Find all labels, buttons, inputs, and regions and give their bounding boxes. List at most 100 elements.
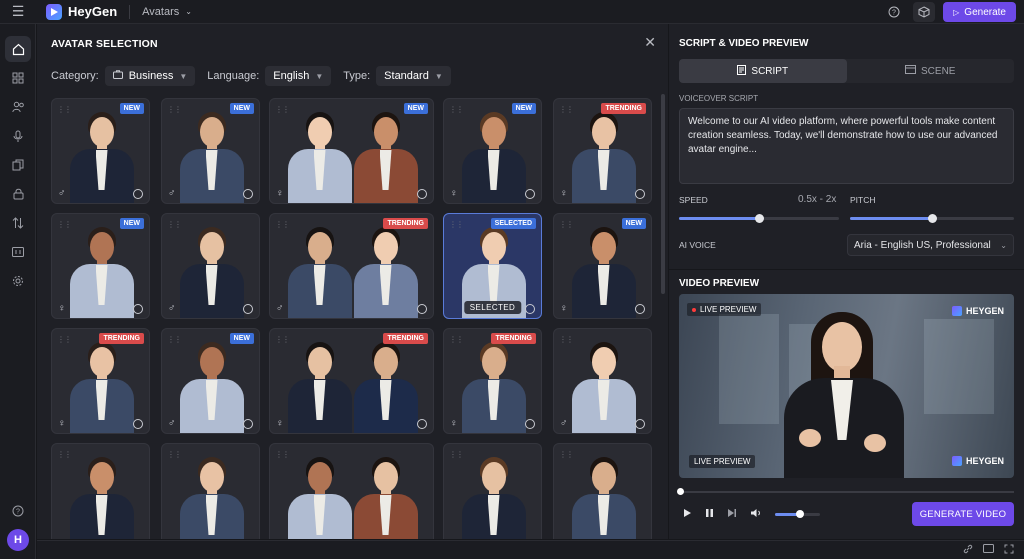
tab-scene-label: SCENE (921, 65, 956, 77)
avatar-card[interactable]: ⋮⋮ TRENDING ♂ (269, 213, 434, 319)
pitch-slider-handle[interactable] (928, 214, 937, 223)
pause-icon[interactable] (705, 508, 714, 521)
tab-script[interactable]: SCRIPT (679, 59, 847, 83)
voiceover-script-input[interactable]: Welcome to our AI video platform, where … (679, 108, 1014, 184)
type-dropdown[interactable]: Standard ▼ (376, 66, 451, 86)
female-icon: ♀ (450, 188, 458, 199)
globe-icon (243, 419, 253, 429)
section-dropdown[interactable]: Avatars ⌄ (142, 6, 192, 18)
avatar-card[interactable]: ⋮⋮ ♂ (553, 328, 652, 434)
volume-slider[interactable] (775, 510, 820, 518)
type-value: Standard (384, 70, 429, 82)
heygen-logo-icon (951, 456, 962, 466)
avatar-card[interactable]: ⋮⋮ (269, 443, 434, 539)
language-label: Language: (207, 70, 260, 82)
play-icon[interactable] (683, 508, 692, 521)
speed-slider[interactable] (679, 214, 839, 223)
tab-scene[interactable]: SCENE (847, 59, 1015, 83)
language-dropdown[interactable]: English ▼ (265, 66, 332, 86)
svg-text:?: ? (16, 509, 20, 516)
captions-icon[interactable] (5, 239, 31, 265)
avatar-card[interactable]: ⋮⋮ NEW ♂ (161, 328, 260, 434)
avatar-card[interactable]: ⋮⋮ TRENDING ♀ (443, 328, 542, 434)
avatar-card[interactable]: ⋮⋮ NEW ♀ (553, 213, 652, 319)
avatar-selection-panel: AVATAR SELECTION ✕ Category: Business ▼ … (37, 24, 668, 539)
female-icon: ♀ (560, 188, 568, 199)
progress-handle[interactable] (677, 488, 684, 495)
status-badge: NEW (511, 103, 536, 114)
avatar-card[interactable]: ⋮⋮ NEW ♀ (51, 213, 150, 319)
chevron-down-icon: ▼ (179, 71, 188, 81)
category-label: Category: (51, 70, 99, 82)
briefcase-icon (112, 70, 123, 82)
heygen-logo-icon (951, 306, 962, 316)
menu-icon[interactable]: ☰ (0, 0, 36, 24)
avatar-card[interactable]: ⋮⋮ NEW ♀ (443, 98, 542, 204)
scrollbar[interactable] (661, 94, 665, 294)
category-value: Business (128, 70, 174, 82)
video-player[interactable]: LIVE PREVIEW HEYGEN LIVE PREVIEW HEYGEN (679, 294, 1014, 478)
pitch-label: PITCH (850, 195, 876, 205)
play-icon: ▷ (953, 7, 960, 17)
help-icon[interactable]: ? (883, 2, 905, 22)
avatar-figure (62, 218, 142, 318)
avatar-figure (454, 103, 534, 203)
heygen-watermark-top: HEYGEN (951, 306, 1004, 316)
avatar-card[interactable]: ⋮⋮ (161, 443, 260, 539)
app-logo[interactable]: HeyGen (46, 3, 117, 20)
volume-slider-handle[interactable] (796, 510, 805, 518)
status-badge: NEW (229, 333, 254, 344)
category-dropdown[interactable]: Business ▼ (104, 66, 196, 86)
help-circle-icon[interactable]: ? (5, 498, 31, 524)
captions-icon[interactable] (983, 544, 994, 557)
female-icon: ♀ (560, 303, 568, 314)
avatar-card[interactable]: ⋮⋮ NEW ♂ (161, 98, 260, 204)
avatar-card[interactable]: ⋮⋮ TRENDING ♀ (269, 328, 434, 434)
grid-icon[interactable] (5, 65, 31, 91)
sort-icon[interactable] (5, 210, 31, 236)
skip-forward-icon[interactable] (727, 508, 737, 521)
ai-voice-dropdown[interactable]: Aria - English US, Professional ⌄ (847, 234, 1014, 256)
live-preview-label: LIVE PREVIEW (700, 305, 757, 314)
avatar-card[interactable]: ⋮⋮ NEW ♀ (269, 98, 434, 204)
avatar-figure (172, 333, 252, 433)
avatar-card[interactable]: ⋮⋮ SELECTED SELECTED (443, 213, 542, 319)
avatar-card[interactable]: ⋮⋮ TRENDING ♀ (553, 98, 652, 204)
generate-button[interactable]: ▷ Generate (943, 2, 1016, 22)
settings-gear-icon[interactable] (5, 268, 31, 294)
avatar-card[interactable]: ⋮⋮ ♂ (161, 213, 260, 319)
avatar-card[interactable]: ⋮⋮ (443, 443, 542, 539)
avatar-card[interactable]: ⋮⋮ (553, 443, 652, 539)
microphone-icon[interactable] (5, 123, 31, 149)
male-icon: ♂ (168, 418, 176, 429)
generate-label: Generate (964, 6, 1006, 18)
cube-icon[interactable] (913, 2, 936, 22)
male-icon: ♂ (560, 418, 568, 429)
users-icon[interactable] (5, 94, 31, 120)
avatar-card[interactable]: ⋮⋮ (51, 443, 150, 539)
speed-slider-handle[interactable] (755, 214, 764, 223)
user-avatar[interactable]: H (7, 529, 29, 551)
avatar-figure (454, 448, 534, 539)
script-panel-title: SCRIPT & VIDEO PREVIEW (679, 38, 809, 49)
pitch-slider[interactable] (850, 214, 1014, 223)
video-progress-bar[interactable] (677, 488, 1014, 495)
home-icon[interactable] (5, 36, 31, 62)
fullscreen-icon[interactable] (1004, 544, 1014, 557)
lock-icon[interactable] (5, 181, 31, 207)
section-label: Avatars (142, 5, 180, 18)
avatar-figure (346, 333, 426, 433)
tab-switcher: SCRIPT SCENE (679, 59, 1014, 83)
status-badge: NEW (621, 218, 646, 229)
generate-video-button[interactable]: GENERATE VIDEO (912, 502, 1014, 526)
globe-icon (133, 304, 143, 314)
documents-icon[interactable] (5, 152, 31, 178)
avatar-figure (346, 448, 426, 539)
link-icon[interactable] (963, 544, 973, 557)
avatar-card[interactable]: ⋮⋮ TRENDING ♀ (51, 328, 150, 434)
ai-voice-value: Aria - English US, Professional (854, 239, 991, 251)
avatar-card[interactable]: ⋮⋮ NEW ♂ (51, 98, 150, 204)
male-icon: ♂ (276, 303, 284, 314)
close-icon[interactable]: ✕ (644, 34, 656, 51)
volume-icon[interactable] (750, 508, 762, 521)
